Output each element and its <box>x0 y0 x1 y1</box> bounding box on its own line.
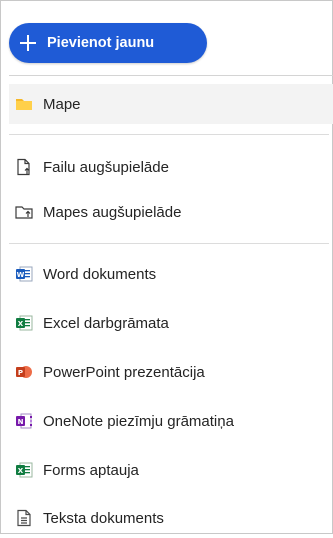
menu-item-label: Excel darbgrāmata <box>43 314 169 332</box>
menu-item-label: OneNote piezīmju grāmatiņa <box>43 412 234 430</box>
menu-item-label: Teksta dokuments <box>43 509 164 527</box>
folder-icon <box>15 95 33 113</box>
file-upload-icon <box>15 158 33 176</box>
text-file-icon <box>15 509 33 527</box>
menu-item-label: Word dokuments <box>43 265 157 283</box>
divider <box>9 134 329 135</box>
plus-icon <box>19 34 37 52</box>
menu-item-onenote[interactable]: N OneNote piezīmju grāmatiņa <box>9 401 333 441</box>
word-icon: W <box>15 265 33 283</box>
menu-item-label: PowerPoint prezentācija <box>43 363 205 381</box>
add-new-button[interactable]: Pievienot jaunu <box>9 23 207 63</box>
svg-text:N: N <box>18 418 24 426</box>
menu-item-word[interactable]: W Word dokuments <box>9 254 333 294</box>
forms-icon: X <box>15 461 33 479</box>
menu-item-forms[interactable]: X Forms aptauja <box>9 450 333 490</box>
svg-text:X: X <box>18 467 24 475</box>
menu-item-powerpoint[interactable]: P PowerPoint prezentācija <box>9 352 333 392</box>
onenote-icon: N <box>15 412 33 430</box>
folder-upload-icon <box>15 203 33 221</box>
menu-item-label: Mape <box>43 95 81 113</box>
menu-item-label: Forms aptauja <box>43 461 139 479</box>
excel-icon: X <box>15 314 33 332</box>
menu-item-upload-files[interactable]: Failu augšupielāde <box>9 147 333 187</box>
menu-item-excel[interactable]: X Excel darbgrāmata <box>9 303 333 343</box>
menu-item-upload-folder[interactable]: Mapes augšupielāde <box>9 192 333 232</box>
svg-text:W: W <box>17 271 25 279</box>
new-item-dropdown: Pievienot jaunu Mape Failu augšupielāde <box>0 0 333 534</box>
menu-item-text-document[interactable]: Teksta dokuments <box>9 498 333 538</box>
menu-item-label: Failu augšupielāde <box>43 158 169 176</box>
divider-top <box>9 75 333 76</box>
powerpoint-icon: P <box>15 363 33 381</box>
svg-text:X: X <box>18 320 24 328</box>
divider <box>9 243 329 244</box>
menu-item-folder[interactable]: Mape <box>9 84 333 124</box>
svg-text:P: P <box>18 369 23 377</box>
menu-item-label: Mapes augšupielāde <box>43 203 182 221</box>
add-new-label: Pievienot jaunu <box>47 35 155 51</box>
